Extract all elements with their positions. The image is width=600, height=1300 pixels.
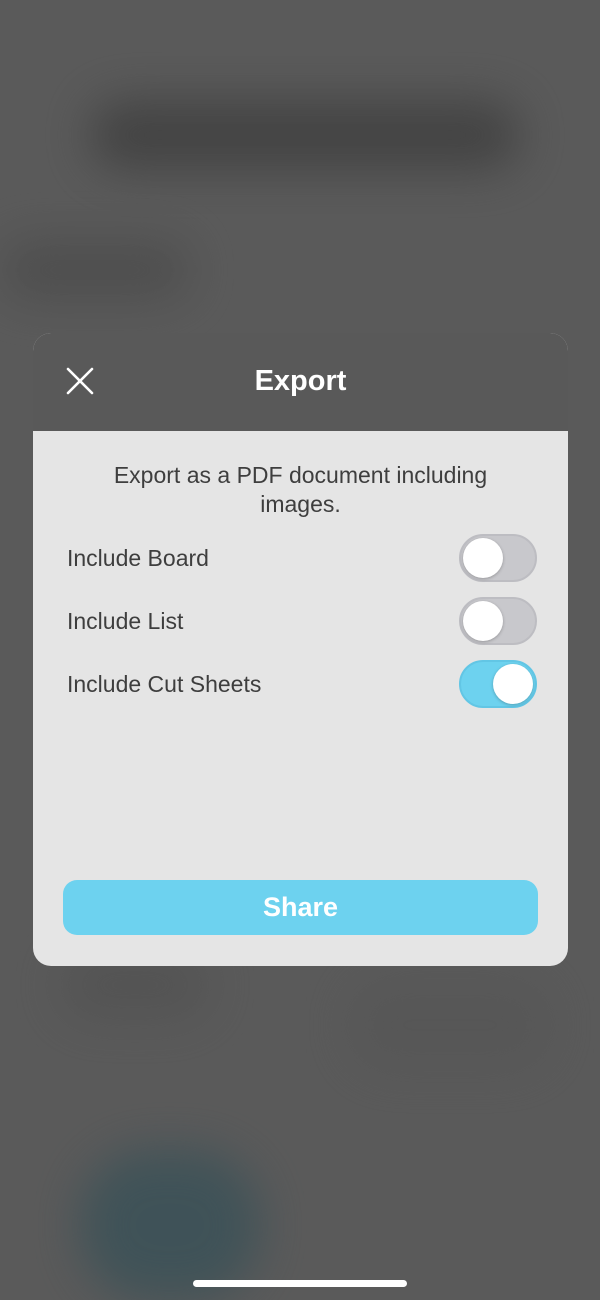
share-button[interactable]: Share <box>63 880 538 935</box>
toggle-knob <box>463 538 503 578</box>
toggle-knob <box>493 664 533 704</box>
include-board-toggle[interactable] <box>459 534 537 582</box>
include-list-toggle[interactable] <box>459 597 537 645</box>
blurred-shape <box>0 240 190 300</box>
option-label: Include List <box>67 608 184 634</box>
include-cut-sheets-toggle[interactable] <box>459 660 537 708</box>
home-indicator <box>193 1280 407 1287</box>
dialog-header: Export <box>33 333 568 431</box>
option-include-cut-sheets: Include Cut Sheets <box>67 660 537 708</box>
toggle-knob <box>463 601 503 641</box>
export-dialog: Export Export as a PDF document includin… <box>33 333 568 966</box>
option-label: Include Cut Sheets <box>67 671 262 697</box>
export-description: Export as a PDF document including image… <box>113 462 488 517</box>
blurred-shape <box>90 100 520 170</box>
option-include-board: Include Board <box>67 534 537 582</box>
blurred-shape <box>80 1150 260 1300</box>
option-label: Include Board <box>67 545 209 571</box>
dialog-title: Export <box>254 365 347 397</box>
option-include-list: Include List <box>67 597 537 645</box>
blurred-shape <box>350 980 550 1070</box>
